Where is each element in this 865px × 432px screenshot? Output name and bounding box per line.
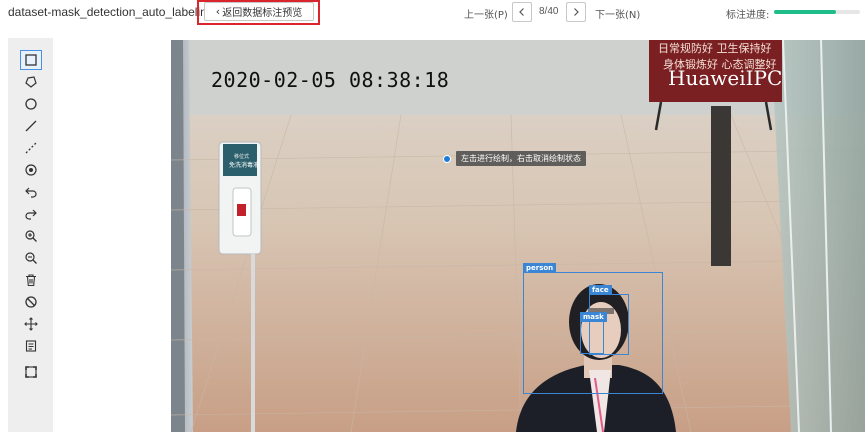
undo-tool[interactable] <box>20 182 42 202</box>
undo-icon <box>25 187 37 198</box>
dashed-line-icon <box>25 142 37 154</box>
prev-image-link[interactable]: 上一张(P) <box>464 6 508 21</box>
camera-image <box>171 40 865 432</box>
circle-icon <box>25 98 37 110</box>
next-image-button[interactable] <box>566 2 586 22</box>
point-icon <box>25 164 37 176</box>
prev-image-button[interactable] <box>512 2 532 22</box>
delete-tool[interactable] <box>20 270 42 290</box>
progress-bar <box>774 10 860 14</box>
mask-bounding-box[interactable]: mask <box>580 312 607 354</box>
zoom-out-tool[interactable] <box>20 248 42 268</box>
zoom-out-icon <box>25 252 37 264</box>
back-button-label: 返回数据标注预览 <box>222 8 303 19</box>
tool-sidebar <box>8 38 53 432</box>
list-icon <box>25 340 37 352</box>
chevron-right-icon <box>574 8 579 16</box>
progress-fill <box>774 10 836 14</box>
polygon-icon <box>25 76 37 88</box>
move-tool[interactable] <box>20 314 42 334</box>
page-indicator: 8/40 <box>539 6 559 17</box>
dashed-line-tool[interactable] <box>20 138 42 158</box>
hide-icon <box>25 296 37 308</box>
chevron-left-icon <box>519 8 524 16</box>
back-to-preview-button[interactable]: ‹ 返回数据标注预览 <box>204 2 314 21</box>
chevron-left-icon: ‹ <box>215 5 221 18</box>
redo-tool[interactable] <box>20 204 42 224</box>
face-box-label: face <box>589 285 612 295</box>
zoom-in-icon <box>25 230 37 242</box>
annotation-canvas[interactable]: 日常规防好 卫生保持好 身体锻炼好 心态调整好 HuaweiIPC 2020-0… <box>171 40 865 432</box>
camera-timestamp: 2020-02-05 08:38:18 <box>211 68 450 92</box>
banner-text-line1: 日常规防好 卫生保持好 <box>658 42 772 55</box>
polygon-tool[interactable] <box>20 72 42 92</box>
hide-tool[interactable] <box>20 292 42 312</box>
fit-screen-icon <box>25 366 37 378</box>
dispenser-label-top: 移位式 <box>234 154 250 160</box>
redo-icon <box>25 209 37 220</box>
rectangle-tool[interactable] <box>20 50 42 70</box>
move-icon <box>24 317 38 331</box>
person-box-label: person <box>523 263 557 273</box>
progress-label: 标注进度: <box>726 10 770 21</box>
line-tool[interactable] <box>20 116 42 136</box>
line-icon <box>25 120 37 132</box>
camera-brand-overlay: HuaweiIPC <box>668 66 783 90</box>
dataset-name: dataset-mask_detection_auto_labeling <box>8 5 214 19</box>
drawing-hint-tooltip: 左击进行绘制，右击取消绘制状态 <box>456 151 586 166</box>
next-image-link[interactable]: 下一张(N) <box>595 6 640 21</box>
cursor-point <box>443 155 451 163</box>
trash-icon <box>26 274 36 287</box>
label-list-tool[interactable] <box>20 336 42 356</box>
dispenser-label: 免洗消毒液 <box>229 162 260 169</box>
fit-screen-tool[interactable] <box>20 362 42 382</box>
zoom-in-tool[interactable] <box>20 226 42 246</box>
point-tool[interactable] <box>20 160 42 180</box>
mask-box-label: mask <box>580 312 607 322</box>
top-bar: dataset-mask_detection_auto_labeling ‹ 返… <box>0 0 865 26</box>
circle-tool[interactable] <box>20 94 42 114</box>
square-icon <box>25 54 37 66</box>
